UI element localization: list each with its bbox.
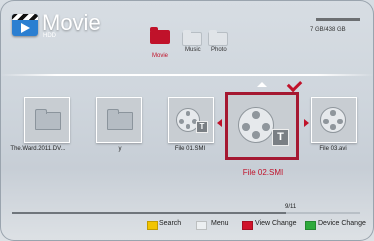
film-reel-icon — [238, 107, 274, 143]
subtitle-badge-icon: T — [272, 129, 289, 146]
folder-icon — [35, 109, 61, 130]
header-divider — [0, 74, 374, 76]
file-item-folder-2[interactable] — [96, 97, 142, 143]
film-reel-icon — [320, 107, 346, 133]
folder-icon — [107, 109, 133, 130]
checkmark-icon — [286, 76, 303, 93]
file-item-selected[interactable]: T — [225, 92, 299, 160]
up-arrow-icon — [257, 82, 267, 87]
file-item-video[interactable] — [311, 97, 357, 143]
media-browser-screen: Movie HDD 7 GB/438 GB Movie Music Photo … — [0, 0, 374, 241]
file-label-5: File 03.avi — [319, 146, 347, 152]
file-label-1: The.Ward.2011.DV... — [10, 146, 66, 152]
file-label-selected: File 02.SMI — [242, 168, 284, 177]
list-scrollbar[interactable] — [12, 212, 360, 214]
file-item-folder-1[interactable] — [24, 97, 70, 143]
tab-music-icon[interactable] — [182, 30, 202, 46]
file-item-subtitle-1[interactable]: T — [168, 97, 214, 143]
tab-music[interactable]: Music — [185, 47, 201, 53]
file-label-3: File 01.SMI — [174, 146, 206, 152]
left-arrow-icon — [217, 119, 222, 127]
subtitle-badge-icon: T — [196, 121, 208, 133]
right-arrow-icon — [304, 119, 309, 127]
green-button-icon[interactable] — [305, 221, 316, 230]
red-button-icon[interactable] — [242, 221, 253, 230]
movie-app-icon — [12, 14, 38, 36]
storage-text: 7 GB/438 GB — [310, 27, 346, 33]
menu-button[interactable]: Menu — [211, 220, 229, 227]
page-counter: 9/11 — [285, 204, 297, 210]
tab-photo[interactable]: Photo — [211, 47, 227, 53]
source-label: HDD — [43, 33, 56, 39]
menu-button-icon[interactable] — [196, 221, 207, 230]
search-button[interactable]: Search — [159, 220, 181, 227]
tab-movie-icon[interactable] — [150, 27, 170, 44]
tab-photo-icon[interactable] — [208, 30, 228, 46]
storage-bar — [316, 18, 360, 21]
device-change-button[interactable]: Device Change — [318, 220, 366, 227]
yellow-button-icon[interactable] — [147, 221, 158, 230]
tab-movie[interactable]: Movie — [152, 53, 168, 59]
view-change-button[interactable]: View Change — [255, 220, 297, 227]
file-label-2: y — [118, 146, 122, 152]
list-scrollbar-fill — [12, 212, 286, 214]
